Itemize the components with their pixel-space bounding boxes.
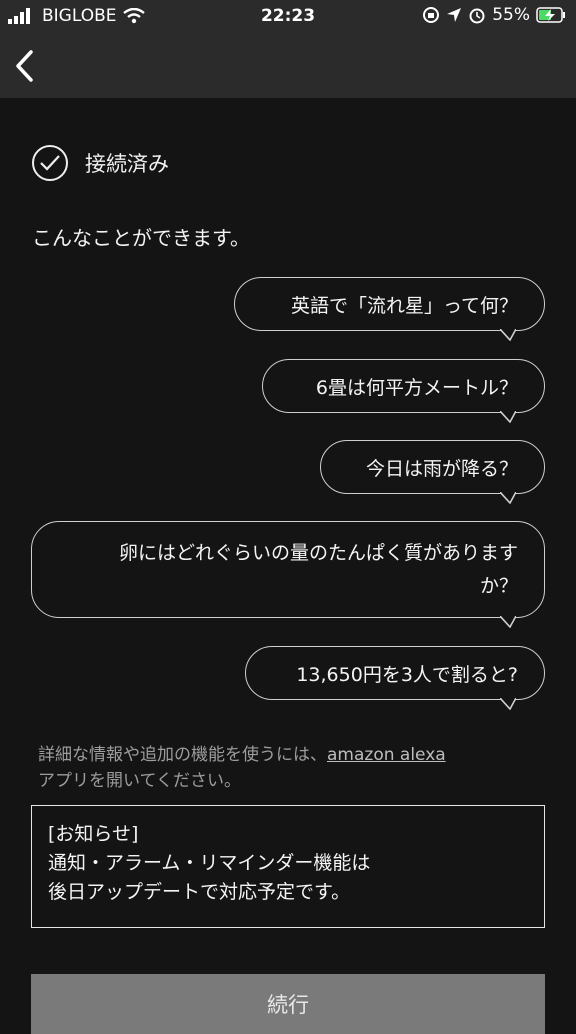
notice-line: 通知・アラーム・リマインダー機能は (48, 852, 371, 874)
checkmark-icon (32, 145, 68, 181)
intro-text: こんなことができます。 (32, 226, 250, 250)
example-bubble: 英語で「流れ星」って何？ (234, 277, 545, 341)
notice-box: [お知らせ] 通知・アラーム・リマインダー機能は 後日アップデートで対応予定です… (31, 805, 545, 928)
continue-button[interactable]: 続行 (31, 974, 545, 1034)
example-text: 13,650円を3人で割ると? (296, 663, 518, 686)
notice-line: 後日アップデートで対応予定です。 (48, 881, 351, 903)
amazon-alexa-link[interactable]: amazon alexa (327, 745, 446, 765)
battery-charging-icon (536, 7, 565, 23)
example-text: 卵にはどれぐらいの量のたんぱく質がありますか？ (118, 541, 518, 597)
location-icon (447, 8, 462, 22)
status-bar: BIGLOBE 22:23 55% (0, 0, 576, 34)
example-bubble: 6畳は何平方メートル？ (262, 359, 545, 423)
example-bubble: 今日は雨が降る？ (320, 440, 545, 504)
example-text: 今日は雨が降る？ (365, 457, 518, 480)
footer-text-after: アプリを開いてください。 (38, 771, 241, 791)
notice-title: [お知らせ] (48, 823, 139, 845)
alarm-icon (469, 8, 485, 24)
nav-bar (0, 34, 576, 98)
connection-status: 接続済み (32, 145, 169, 181)
example-bubble: 卵にはどれぐらいの量のたんぱく質がありますか？ (31, 521, 545, 628)
example-bubble: 13,650円を3人で割ると? (245, 646, 545, 710)
example-text: 英語で「流れ星」って何？ (290, 294, 518, 317)
footer-info: 詳細な情報や追加の機能を使うには、amazon alexa アプリを開いてくださ… (38, 742, 548, 794)
footer-text-before: 詳細な情報や追加の機能を使うには、 (38, 745, 327, 765)
connection-label: 接続済み (85, 152, 169, 176)
orientation-lock-icon (423, 7, 440, 23)
battery-percent: 55% (492, 5, 530, 25)
back-chevron-icon[interactable] (12, 48, 36, 84)
example-text: 6畳は何平方メートル？ (315, 376, 518, 399)
